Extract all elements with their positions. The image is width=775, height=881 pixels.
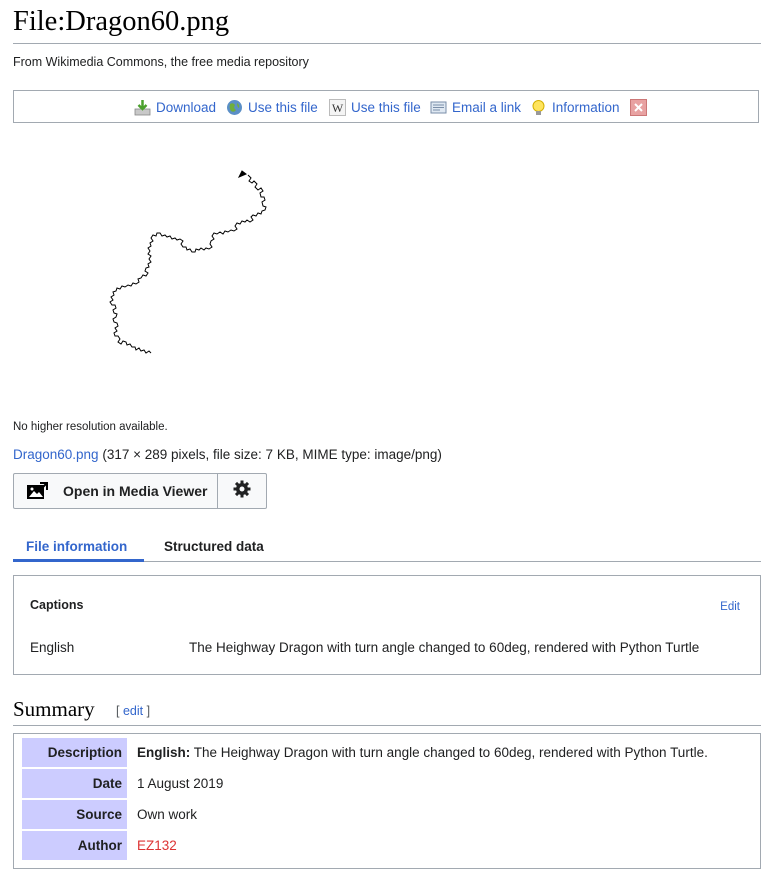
summary-heading: Summary xyxy=(13,697,95,721)
email-label: Email a link xyxy=(452,99,522,115)
wikipedia-icon: W xyxy=(329,98,346,116)
author-link[interactable]: EZ132 xyxy=(137,838,177,853)
edit-bracket-open: [ xyxy=(116,704,123,718)
source-value: Own work xyxy=(137,807,198,822)
information-link[interactable]: Information xyxy=(530,98,620,116)
site-tagline: From Wikimedia Commons, the free media r… xyxy=(13,55,309,69)
edit-bracket-close: ] xyxy=(143,704,151,718)
file-preview-image[interactable] xyxy=(78,160,278,410)
image-expand-icon xyxy=(26,482,48,500)
tab-file-information[interactable]: File information xyxy=(26,539,127,554)
use-this-file-web-link[interactable]: Use this file xyxy=(226,98,318,116)
description-language: English: xyxy=(137,745,191,760)
file-info-line: Dragon60.png (317 × 289 pixels, file siz… xyxy=(13,447,442,462)
summary-table: Description English: The Heighway Dragon… xyxy=(13,733,761,869)
date-label: Date xyxy=(22,769,127,798)
download-label: Download xyxy=(156,99,217,115)
close-icon xyxy=(630,98,647,116)
caption-text: The Heighway Dragon with turn angle chan… xyxy=(189,640,700,655)
media-viewer-settings-button[interactable] xyxy=(217,473,267,509)
author-label: Author xyxy=(22,831,127,860)
use-this-file-wiki-link[interactable]: W Use this file xyxy=(329,98,421,116)
information-label: Information xyxy=(552,99,620,115)
captions-title: Captions xyxy=(30,598,84,612)
email-link[interactable]: Email a link xyxy=(430,98,521,116)
author-value: EZ132 xyxy=(137,831,177,860)
date-value: 1 August 2019 xyxy=(137,776,224,791)
open-in-media-viewer-label: Open in Media Viewer xyxy=(63,483,208,499)
globe-icon xyxy=(226,99,243,116)
gear-icon xyxy=(233,480,251,503)
close-toolbar-button[interactable] xyxy=(630,98,652,116)
dragon-curve-image xyxy=(109,170,267,354)
page-title: File:Dragon60.png xyxy=(13,6,230,37)
source-label: Source xyxy=(22,800,127,829)
caption-language: English xyxy=(30,640,75,655)
description-label: Description xyxy=(22,738,127,767)
active-tab-indicator xyxy=(13,559,144,562)
open-in-media-viewer-button[interactable]: Open in Media Viewer xyxy=(13,473,218,509)
summary-edit-section: [ edit ] xyxy=(116,704,150,718)
email-icon xyxy=(430,99,447,116)
svg-text:W: W xyxy=(332,101,344,115)
title-divider xyxy=(13,43,761,44)
summary-divider xyxy=(13,725,761,726)
resolution-note: No higher resolution available. xyxy=(13,421,168,433)
file-toolbar: Download Use this file W Use this file E… xyxy=(13,90,759,123)
captions-panel: Captions Edit English The Heighway Drago… xyxy=(13,575,761,675)
description-value: English: The Heighway Dragon with turn a… xyxy=(137,738,708,767)
file-details: (317 × 289 pixels, file size: 7 KB, MIME… xyxy=(102,447,442,462)
download-link[interactable]: Download xyxy=(134,98,216,116)
tab-structured-data[interactable]: Structured data xyxy=(164,539,264,554)
lightbulb-icon xyxy=(530,99,547,116)
summary-edit-link[interactable]: edit xyxy=(123,704,143,718)
download-icon xyxy=(134,99,151,116)
file-link[interactable]: Dragon60.png xyxy=(13,447,99,462)
use-this-file-web-label: Use this file xyxy=(248,99,318,115)
description-text: The Heighway Dragon with turn angle chan… xyxy=(190,745,708,760)
captions-edit-link[interactable]: Edit xyxy=(720,601,740,613)
use-this-file-wiki-label: Use this file xyxy=(351,99,421,115)
